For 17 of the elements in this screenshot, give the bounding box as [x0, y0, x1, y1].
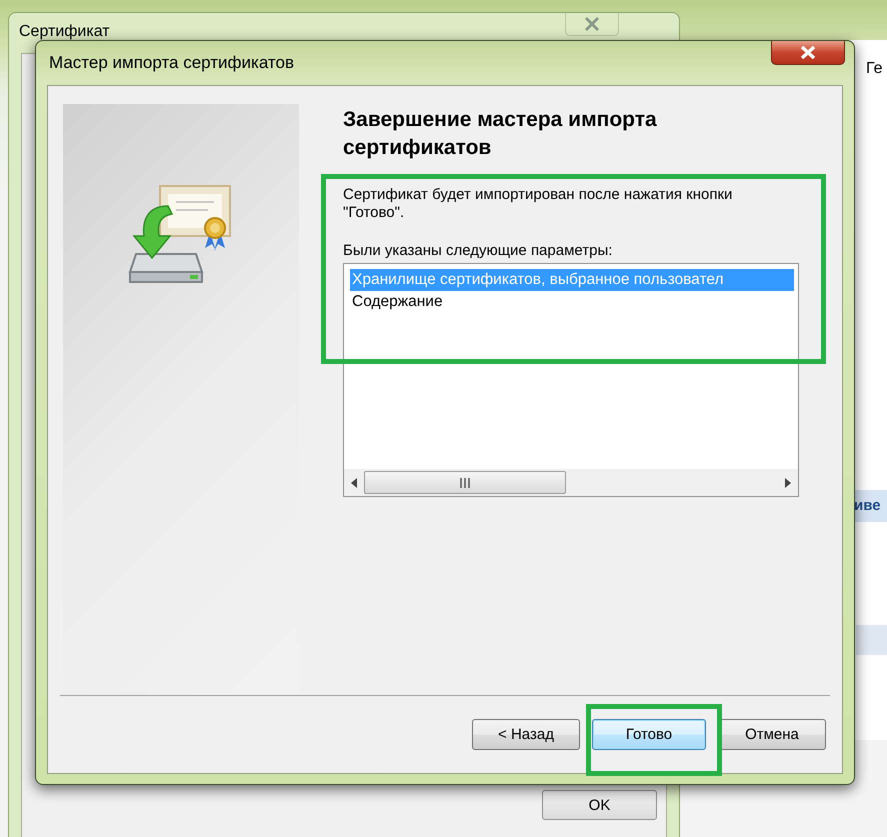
close-icon[interactable] — [771, 41, 845, 65]
scroll-right-icon[interactable] — [784, 476, 792, 488]
grip-icon — [459, 478, 471, 488]
message-text: Сертификат будет импортирован после нажатия кнопки "Готово". — [343, 186, 734, 222]
horizontal-scrollbar[interactable] — [344, 469, 798, 496]
window-title: Сертификат — [19, 23, 110, 41]
list-item[interactable]: Содержание — [350, 291, 445, 313]
wizard-heading: Завершение мастера импорта сертификатов — [343, 107, 658, 161]
window-title: Ге — [866, 60, 882, 78]
list-label: Были указаны следующие параметры: — [343, 242, 614, 259]
scroll-left-icon[interactable] — [350, 476, 358, 488]
wizard-button[interactable]: Готово — [592, 719, 706, 750]
link-text[interactable]: иве — [852, 490, 887, 522]
wizard-button[interactable]: < Назад — [472, 719, 580, 750]
scroll-thumb[interactable] — [364, 471, 566, 494]
dialog-title: Мастер импорта сертификатов — [48, 53, 294, 73]
ok-button[interactable]: OK — [542, 790, 657, 820]
